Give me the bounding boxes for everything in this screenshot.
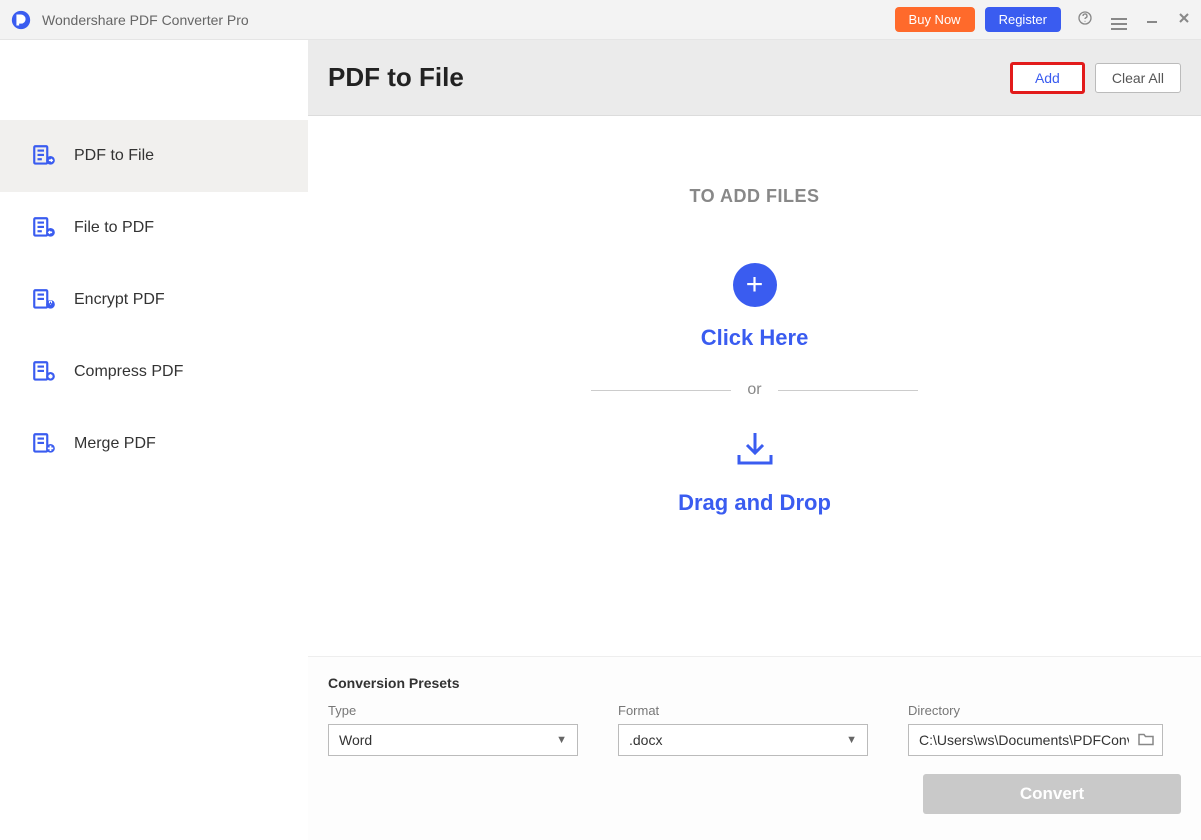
chevron-down-icon: ▼	[846, 734, 857, 746]
divider-line-left	[591, 390, 731, 391]
window-controls	[1077, 10, 1191, 29]
sidebar-item-label: Merge PDF	[74, 435, 156, 453]
chevron-down-icon: ▼	[556, 734, 567, 746]
sidebar-item-file-to-pdf[interactable]: File to PDF	[0, 192, 308, 264]
help-icon[interactable]	[1077, 10, 1093, 29]
directory-field[interactable]: C:\Users\ws\Documents\PDFConvert	[908, 724, 1163, 756]
minimize-icon[interactable]	[1145, 11, 1159, 28]
directory-label: Directory	[908, 703, 1163, 718]
sidebar-item-label: File to PDF	[74, 219, 154, 237]
add-button[interactable]: Add	[1010, 62, 1085, 94]
app-logo-icon	[10, 9, 32, 31]
main-area: PDF to File Add Clear All TO ADD FILES +…	[308, 40, 1201, 840]
format-select[interactable]: .docx ▼	[618, 724, 868, 756]
file-to-pdf-icon	[30, 214, 58, 242]
titlebar: Wondershare PDF Converter Pro Buy Now Re…	[0, 0, 1201, 40]
presets-title: Conversion Presets	[328, 675, 1181, 691]
to-add-files-label: TO ADD FILES	[689, 186, 819, 207]
page-header: PDF to File Add Clear All	[308, 40, 1201, 116]
click-here-link[interactable]: Click Here	[701, 325, 809, 351]
sidebar-item-label: Compress PDF	[74, 363, 183, 381]
sidebar-item-compress-pdf[interactable]: Compress PDF	[0, 336, 308, 408]
compress-pdf-icon	[30, 358, 58, 386]
buy-now-button[interactable]: Buy Now	[895, 7, 975, 32]
type-select[interactable]: Word ▼	[328, 724, 578, 756]
divider-line-right	[778, 390, 918, 391]
sidebar-item-pdf-to-file[interactable]: PDF to File	[0, 120, 308, 192]
page-title: PDF to File	[328, 62, 464, 93]
convert-button[interactable]: Convert	[923, 774, 1181, 814]
folder-icon[interactable]	[1138, 732, 1154, 749]
sidebar-item-merge-pdf[interactable]: Merge PDF	[0, 408, 308, 480]
conversion-presets: Conversion Presets Type Word ▼ Format .d…	[308, 656, 1201, 840]
sidebar-item-label: Encrypt PDF	[74, 291, 165, 309]
drag-and-drop-label: Drag and Drop	[678, 490, 831, 516]
app-title: Wondershare PDF Converter Pro	[42, 12, 249, 28]
sidebar: PDF to File File to PDF Encrypt PDF Comp…	[0, 40, 308, 840]
type-value: Word	[339, 732, 372, 748]
add-files-plus-icon[interactable]: +	[733, 263, 777, 307]
close-icon[interactable]	[1177, 11, 1191, 28]
format-value: .docx	[629, 732, 662, 748]
format-label: Format	[618, 703, 868, 718]
clear-all-button[interactable]: Clear All	[1095, 63, 1181, 93]
menu-icon[interactable]	[1111, 12, 1127, 28]
merge-pdf-icon	[30, 430, 58, 458]
pdf-to-file-icon	[30, 142, 58, 170]
directory-value: C:\Users\ws\Documents\PDFConvert	[919, 732, 1129, 748]
or-divider: or	[591, 381, 917, 399]
type-label: Type	[328, 703, 578, 718]
encrypt-pdf-icon	[30, 286, 58, 314]
sidebar-item-encrypt-pdf[interactable]: Encrypt PDF	[0, 264, 308, 336]
sidebar-item-label: PDF to File	[74, 147, 154, 165]
or-label: or	[747, 381, 761, 399]
drag-drop-icon	[733, 429, 777, 476]
register-button[interactable]: Register	[985, 7, 1061, 32]
drop-zone[interactable]: TO ADD FILES + Click Here or Drag and Dr…	[308, 116, 1201, 656]
